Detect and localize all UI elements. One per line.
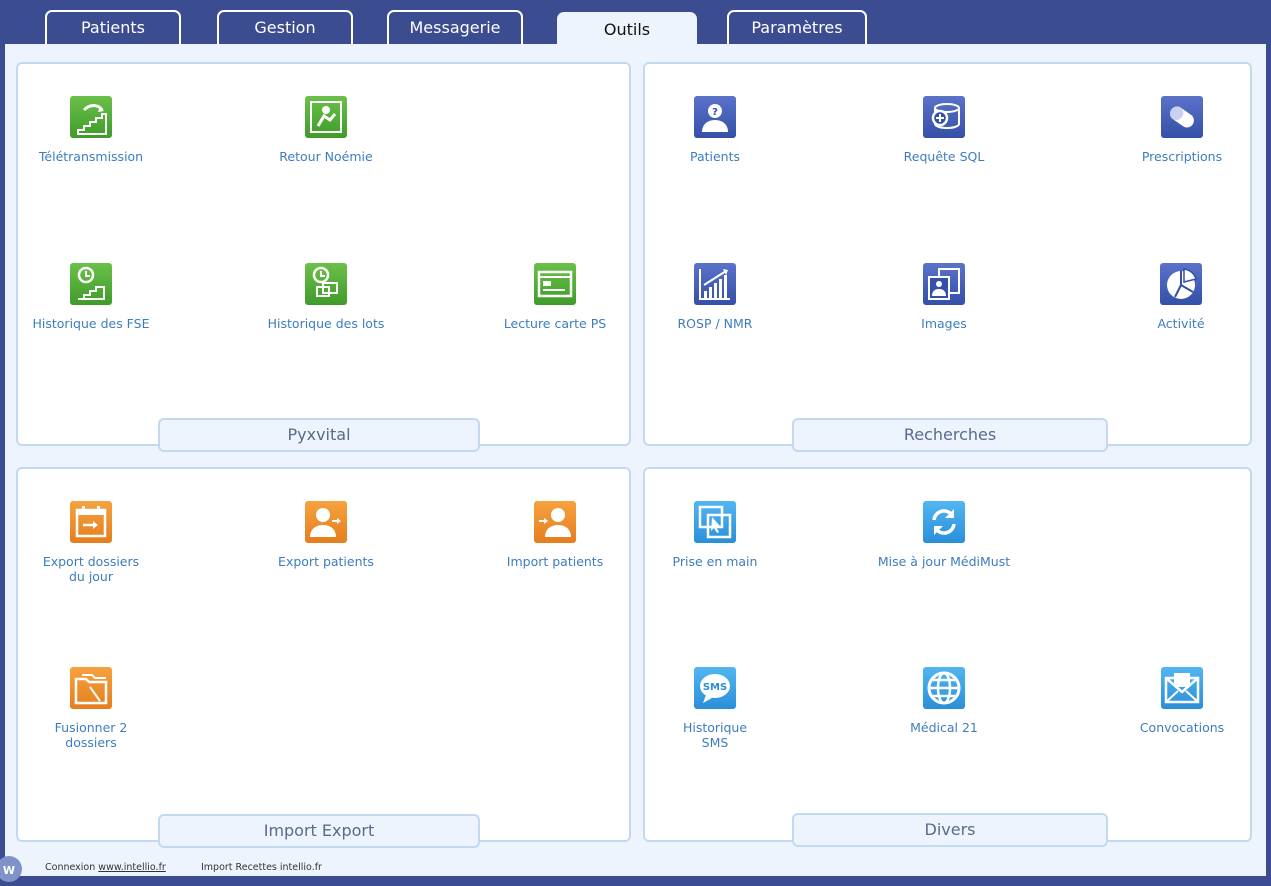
tool-import-patients[interactable]: Import patients xyxy=(475,501,635,569)
tool-label: Patients xyxy=(689,149,741,164)
tool-convocations[interactable]: Convocations xyxy=(1102,667,1262,735)
tool-label: Historique des lots xyxy=(267,316,385,331)
pie-chart-icon xyxy=(1160,263,1202,305)
tool-label: Prise en main xyxy=(672,554,758,569)
tool-retour-noemie[interactable]: Retour Noémie xyxy=(246,96,406,164)
tool-label: Télétransmission xyxy=(38,149,144,164)
tool-export-patients[interactable]: Export patients xyxy=(246,501,406,569)
export-patients-icon xyxy=(305,501,347,543)
tool-export-dossiers[interactable]: Export dossiers du jour xyxy=(11,501,171,584)
tool-label: Requête SQL xyxy=(903,149,985,164)
tool-label: Lecture carte PS xyxy=(503,316,607,331)
tool-activite[interactable]: Activité xyxy=(1101,263,1261,331)
remote-control-icon xyxy=(694,501,736,543)
pill-icon xyxy=(1161,96,1203,138)
sms-icon: SMS xyxy=(694,667,736,709)
tool-prise-en-main[interactable]: Prise en main xyxy=(635,501,795,569)
tool-label-line1: Export dossiers xyxy=(42,554,140,569)
tool-teletransmission[interactable]: Télétransmission xyxy=(11,96,171,164)
teletransmission-icon xyxy=(70,96,112,138)
panel-title-pyxvital: Pyxvital xyxy=(158,418,480,452)
merge-folders-icon xyxy=(70,667,112,709)
tool-label: Export dossiers du jour xyxy=(11,554,171,584)
panel-title-divers: Divers xyxy=(792,813,1108,847)
panel-title-import-export: Import Export xyxy=(158,814,480,848)
tab-gestion[interactable]: Gestion xyxy=(217,10,353,44)
historique-fse-icon xyxy=(70,263,112,305)
tool-label-line1: Historique xyxy=(682,720,748,735)
tab-parametres[interactable]: Paramètres xyxy=(727,10,867,44)
update-icon xyxy=(923,501,965,543)
tool-label: Historique SMS xyxy=(635,720,795,750)
images-icon xyxy=(923,263,965,305)
tool-label-line2: SMS xyxy=(701,735,729,750)
tool-rosp-nmr[interactable]: ROSP / NMR xyxy=(635,263,795,331)
main-tab-bar: Patients Gestion Messagerie Outils Param… xyxy=(0,0,1271,45)
app-logo[interactable]: W xyxy=(0,856,22,882)
tool-label: Activité xyxy=(1157,316,1205,331)
tool-label: ROSP / NMR xyxy=(677,316,753,331)
envelope-icon xyxy=(1161,667,1203,709)
tool-label: Images xyxy=(921,316,967,331)
tool-fusionner-dossiers[interactable]: Fusionner 2 dossiers xyxy=(11,667,171,750)
sql-query-icon xyxy=(923,96,965,138)
carte-ps-icon xyxy=(534,263,576,305)
tool-historique-lots[interactable]: Historique des lots xyxy=(246,263,406,331)
tool-label: Mise à jour MédiMust xyxy=(877,554,1011,569)
tool-label-line1: Fusionner 2 xyxy=(54,720,128,735)
tool-label-line2: du jour xyxy=(68,569,113,584)
tool-label: Retour Noémie xyxy=(279,149,373,164)
svg-text:SMS: SMS xyxy=(703,682,727,693)
tool-historique-sms[interactable]: SMS Historique SMS xyxy=(635,667,795,750)
tool-label: Prescriptions xyxy=(1141,149,1223,164)
tool-lecture-carte-ps[interactable]: Lecture carte PS xyxy=(475,263,635,331)
tool-images[interactable]: Images xyxy=(864,263,1024,331)
footer-connexion-link[interactable]: www.intellio.fr xyxy=(98,862,166,873)
globe-icon xyxy=(923,667,965,709)
bar-chart-icon xyxy=(694,263,736,305)
tool-historique-fse[interactable]: Historique des FSE xyxy=(11,263,171,331)
tool-label-line2: dossiers xyxy=(65,735,117,750)
footer-connexion: Connexion www.intellio.fr xyxy=(45,862,166,873)
patient-search-icon: ? xyxy=(694,96,736,138)
panel-title-recherches: Recherches xyxy=(792,418,1108,452)
svg-text:?: ? xyxy=(712,107,718,118)
tool-prescriptions[interactable]: Prescriptions xyxy=(1102,96,1262,164)
historique-lots-icon xyxy=(305,263,347,305)
tool-label: Fusionner 2 dossiers xyxy=(11,720,171,750)
tool-patients[interactable]: ? Patients xyxy=(635,96,795,164)
import-patients-icon xyxy=(534,501,576,543)
tool-label: Convocations xyxy=(1139,720,1225,735)
tab-messagerie[interactable]: Messagerie xyxy=(387,10,523,44)
tool-label: Export patients xyxy=(278,554,374,569)
footer-import-recettes[interactable]: Import Recettes intellio.fr xyxy=(201,862,322,873)
tool-mise-a-jour[interactable]: Mise à jour MédiMust xyxy=(864,501,1024,569)
tool-requete-sql[interactable]: Requête SQL xyxy=(864,96,1024,164)
tool-label: Médical 21 xyxy=(910,720,978,735)
tab-patients[interactable]: Patients xyxy=(45,10,181,44)
export-dossiers-icon xyxy=(70,501,112,543)
tab-outils[interactable]: Outils xyxy=(557,12,697,45)
footer-connexion-label: Connexion xyxy=(45,862,96,873)
retour-noemie-icon xyxy=(305,96,347,138)
tool-label: Import patients xyxy=(506,554,604,569)
tool-medical-21[interactable]: Médical 21 xyxy=(864,667,1024,735)
tool-label: Historique des FSE xyxy=(32,316,150,331)
